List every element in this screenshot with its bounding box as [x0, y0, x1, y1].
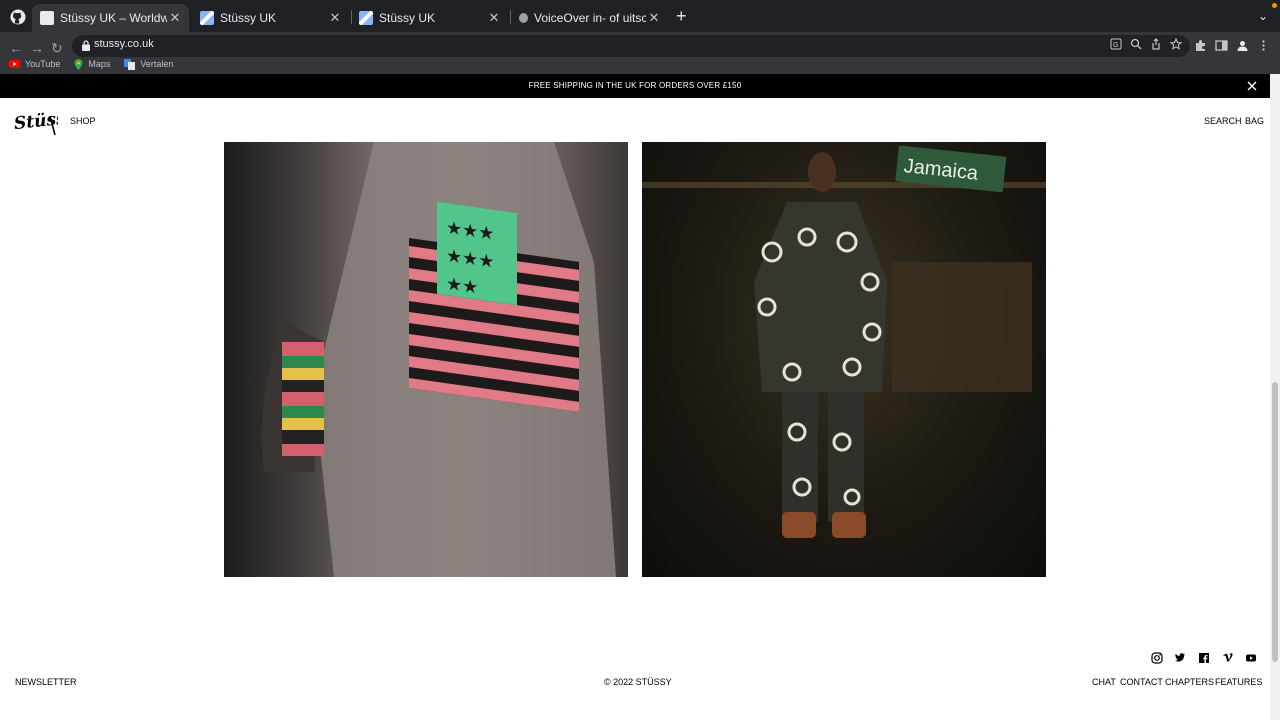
- tab-title: Stüssy UK: [379, 11, 436, 25]
- footer-link-chat[interactable]: CHAT: [1092, 677, 1116, 687]
- close-icon[interactable]: [1246, 80, 1258, 92]
- bookmark-label: Maps: [88, 59, 111, 69]
- close-tab-icon[interactable]: ✕: [167, 10, 183, 26]
- kebab-menu-icon[interactable]: [1257, 39, 1270, 52]
- bookmark-label: Vertalen: [140, 59, 174, 69]
- sweater-photo: ★★★ ★★★ ★★: [261, 142, 616, 577]
- youtube-icon[interactable]: [1245, 652, 1257, 664]
- site-header: Stüssy SHOP SEARCH BAG: [0, 98, 1270, 142]
- tab-2[interactable]: Stüssy UK ✕: [192, 4, 349, 32]
- tab-4[interactable]: VoiceOver in- of uitschakelen o ✕: [511, 4, 668, 32]
- stussy-favicon-icon: [200, 11, 214, 25]
- instagram-icon[interactable]: [1151, 652, 1163, 664]
- update-dot-icon: [1272, 3, 1277, 8]
- banner-text: FREE SHIPPING IN THE UK FOR ORDERS OVER …: [528, 81, 742, 90]
- editorial-image-sweater[interactable]: ★★★ ★★★ ★★: [224, 142, 628, 577]
- tab-title: Stüssy UK: [220, 11, 277, 25]
- model-photo: Jamaica: [642, 145, 1046, 538]
- browser-tab-strip: Stüssy UK – Worldwide Since ✕ Stüssy UK …: [0, 0, 1280, 32]
- svg-text:G: G: [1113, 42, 1118, 49]
- nav-shop-link[interactable]: SHOP: [70, 116, 96, 126]
- translate-icon[interactable]: G: [1110, 38, 1122, 50]
- nav-search-link[interactable]: SEARCH: [1204, 116, 1242, 126]
- scrollbar-thumb[interactable]: [1272, 382, 1278, 662]
- url-text: stussy.co.uk: [94, 38, 154, 50]
- close-tab-icon[interactable]: ✕: [327, 10, 343, 26]
- tab-search-chevron-icon[interactable]: ⌄: [1258, 9, 1268, 23]
- bookmark-vertalen[interactable]: Vertalen: [124, 58, 174, 70]
- bookmark-star-icon[interactable]: [1170, 38, 1182, 50]
- tab-1[interactable]: Stüssy UK – Worldwide Since ✕: [32, 4, 189, 32]
- footer-link-contact[interactable]: CONTACT: [1120, 677, 1163, 687]
- bookmark-youtube[interactable]: YouTube: [9, 59, 60, 69]
- maps-icon: [74, 58, 83, 70]
- tab-3[interactable]: Stüssy UK ✕: [351, 4, 508, 32]
- close-tab-icon[interactable]: ✕: [646, 10, 662, 26]
- bookmarks-bar: YouTube Maps Vertalen: [0, 54, 173, 74]
- address-bar[interactable]: stussy.co.uk G: [72, 35, 1190, 57]
- profile-icon[interactable]: [1236, 39, 1249, 52]
- footer-link-features[interactable]: FEATURES: [1215, 677, 1262, 687]
- stussy-favicon-icon: [359, 11, 373, 25]
- newsletter-link[interactable]: NEWSLETTER: [15, 677, 77, 687]
- apple-icon: [519, 13, 528, 23]
- footer-link-chapters[interactable]: CHAPTERS: [1165, 677, 1214, 687]
- copyright-text: © 2022 STÜSSY: [604, 677, 672, 687]
- facebook-icon[interactable]: [1198, 652, 1210, 664]
- nav-bag-link[interactable]: BAG: [1245, 116, 1264, 126]
- browser-toolbar: ← → ↻ stussy.co.uk G YouTube Maps Vertal…: [0, 32, 1280, 74]
- stussy-favicon-icon: [40, 11, 54, 25]
- side-panel-icon[interactable]: [1215, 39, 1228, 52]
- shipping-banner: FREE SHIPPING IN THE UK FOR ORDERS OVER …: [0, 74, 1270, 98]
- new-tab-icon[interactable]: +: [676, 7, 687, 25]
- zoom-icon[interactable]: [1130, 38, 1142, 50]
- twitter-icon[interactable]: [1174, 652, 1186, 664]
- tab-title: Stüssy UK – Worldwide Since: [60, 11, 167, 25]
- stussy-logo[interactable]: Stüssy: [14, 108, 58, 136]
- editorial-image-model[interactable]: Jamaica: [642, 142, 1046, 577]
- share-icon[interactable]: [1150, 38, 1162, 50]
- bookmark-label: YouTube: [25, 59, 61, 69]
- lock-icon: [82, 40, 90, 51]
- tab-title: VoiceOver in- of uitschakelen o: [534, 11, 646, 25]
- youtube-icon: [9, 60, 20, 68]
- bookmark-maps[interactable]: Maps: [74, 58, 111, 70]
- translate-icon: [124, 58, 136, 70]
- extensions-icon[interactable]: [1194, 39, 1207, 52]
- close-tab-icon[interactable]: ✕: [486, 10, 502, 26]
- striped-cuff: [282, 342, 324, 456]
- github-icon[interactable]: [10, 9, 26, 25]
- vimeo-icon[interactable]: [1222, 652, 1234, 664]
